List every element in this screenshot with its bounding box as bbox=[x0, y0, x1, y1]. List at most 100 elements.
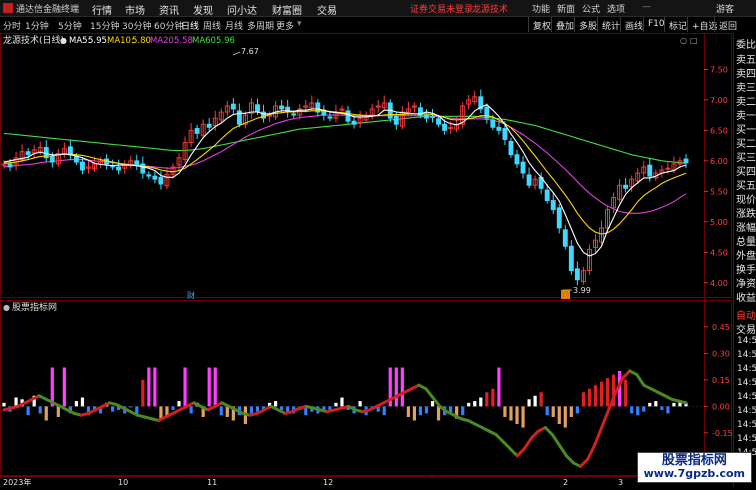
period-monthly[interactable]: 月线 bbox=[225, 19, 243, 32]
side-weibi: 委比 bbox=[736, 40, 756, 51]
indicator-bar bbox=[189, 406, 193, 414]
indicator-bar bbox=[557, 406, 561, 425]
indicator-bar bbox=[648, 402, 652, 407]
indicator-bar bbox=[624, 379, 628, 407]
buyback-marker: 回 bbox=[561, 291, 569, 300]
kline-chart[interactable]: 龙源技术(日线) ● MA5: 5.95 MA10: 5.80 MA20: 5.… bbox=[0, 33, 733, 487]
indicator-bar bbox=[575, 406, 579, 414]
side-change-pct: 涨幅 bbox=[736, 223, 756, 234]
side-time-7: 14:56 bbox=[737, 420, 756, 430]
side-turnover: 换手 bbox=[736, 265, 756, 276]
menu-hangqing[interactable]: 行情 bbox=[92, 2, 112, 17]
login-status[interactable]: 证券交易未登录 bbox=[410, 2, 473, 15]
indicator-bar bbox=[599, 381, 604, 407]
candle-body bbox=[514, 154, 520, 165]
period-weekly[interactable]: 周线 bbox=[203, 19, 221, 32]
period-daily[interactable]: 日线 bbox=[181, 19, 199, 32]
ma20-legend-label: MA20: bbox=[150, 36, 177, 46]
indicator-bar bbox=[533, 395, 537, 407]
fanhui-button[interactable]: 返回 bbox=[714, 17, 741, 32]
candle-body bbox=[562, 229, 568, 247]
x-label-2023: 2023年 bbox=[3, 477, 31, 487]
indicator-signal-segment bbox=[522, 436, 533, 451]
app-title: 通达信金融终端 bbox=[16, 5, 80, 15]
indicator-title: 股票指标网 bbox=[12, 301, 57, 313]
candle-body bbox=[490, 119, 496, 128]
side-sell2: 卖二 bbox=[736, 97, 756, 108]
indicator-bar bbox=[400, 367, 404, 407]
period-multi[interactable]: 多周期 bbox=[247, 19, 274, 32]
indicator-tick-label: 0.45 bbox=[712, 323, 730, 332]
indicator-bar bbox=[56, 406, 60, 417]
indicator-bar bbox=[539, 392, 543, 407]
menu-shichang[interactable]: 市场 bbox=[125, 2, 145, 17]
side-time-8: 14:56 bbox=[737, 434, 756, 444]
side-buy2: 买二 bbox=[736, 139, 756, 150]
chart-area[interactable]: 龙源技术(日线) ● MA5: 5.95 MA10: 5.80 MA20: 5.… bbox=[0, 33, 733, 487]
stock-name-title: 龙源技术 bbox=[472, 5, 509, 15]
watermark-title: 股票指标网 bbox=[661, 453, 727, 468]
indicator-bar bbox=[581, 392, 585, 407]
indicator-bar bbox=[660, 406, 664, 410]
period-15min[interactable]: 15分钟 bbox=[90, 19, 119, 32]
ma10-legend-label: MA10: bbox=[107, 36, 134, 46]
zoom-out-icon: □ bbox=[690, 36, 698, 45]
indicator-bar bbox=[249, 406, 254, 414]
period-5min[interactable]: 5分钟 bbox=[58, 19, 82, 32]
minimize-icon[interactable]: — bbox=[642, 2, 651, 12]
side-auto[interactable]: 自动 bbox=[736, 307, 756, 322]
indicator-bar bbox=[80, 397, 85, 407]
x-label-3: 3 bbox=[618, 478, 623, 487]
indicator-bar bbox=[141, 379, 145, 407]
candle-body bbox=[116, 166, 122, 171]
indicator-bar bbox=[225, 406, 229, 417]
period-1min[interactable]: 1分钟 bbox=[25, 19, 49, 32]
menu-gongshi[interactable]: 公式 bbox=[582, 2, 600, 15]
candle-body bbox=[647, 164, 653, 177]
ma-legend: MA5: 5.95 MA10: 5.80 MA20: 5.58 MA60: 5.… bbox=[69, 36, 235, 46]
menu-gongneng[interactable]: 功能 bbox=[532, 2, 550, 15]
menu-xinmian[interactable]: 新面 bbox=[557, 2, 575, 15]
indicator-bar bbox=[219, 406, 223, 416]
indicator-bar bbox=[2, 402, 6, 407]
candle-body bbox=[556, 207, 562, 229]
indicator-dot-icon: ● bbox=[3, 303, 10, 312]
side-trade[interactable]: 交易 bbox=[736, 321, 756, 336]
indicator-bar bbox=[406, 406, 410, 417]
menu-faxian[interactable]: 发现 bbox=[193, 2, 213, 17]
indicator-bar bbox=[563, 406, 567, 428]
candle-body bbox=[49, 155, 55, 163]
candle-body bbox=[351, 120, 357, 125]
menu-xuanxiang[interactable]: 选项 bbox=[607, 2, 625, 15]
user-label[interactable]: 游客 bbox=[716, 2, 734, 15]
indicator-bar bbox=[461, 406, 465, 416]
indicator-signal-segment bbox=[424, 387, 435, 400]
period-fenshi[interactable]: 分时 bbox=[3, 19, 21, 32]
period-60min[interactable]: 60分钟 bbox=[154, 19, 183, 32]
candle-body bbox=[80, 161, 85, 171]
indicator-bar bbox=[412, 406, 417, 421]
period-30min[interactable]: 30分钟 bbox=[122, 19, 151, 32]
indicator-bar bbox=[473, 401, 477, 407]
indicator-bar bbox=[593, 385, 598, 407]
candle-body bbox=[520, 161, 526, 174]
menu-wenxiaoda[interactable]: 问小达 bbox=[227, 2, 257, 17]
indicator-bar bbox=[605, 378, 610, 407]
menu-jiaoyi[interactable]: 交易 bbox=[317, 2, 337, 17]
indicator-bar bbox=[153, 367, 157, 407]
side-time-6: 14:56 bbox=[737, 406, 756, 416]
indicator-bar bbox=[273, 401, 278, 407]
candle-body bbox=[206, 123, 212, 128]
menu-zixun[interactable]: 资讯 bbox=[159, 2, 179, 17]
price-tick-label: 7.00 bbox=[710, 96, 728, 105]
menu-caifuquan[interactable]: 财富圈 bbox=[272, 2, 302, 17]
candle-body bbox=[230, 103, 236, 110]
more-chevron-icon[interactable]: ▾ bbox=[297, 19, 302, 29]
indicator-bar bbox=[509, 406, 513, 421]
side-time-3: 14:55 bbox=[737, 364, 756, 374]
candle-body bbox=[683, 158, 689, 164]
period-more[interactable]: 更多 bbox=[276, 19, 294, 32]
ma10-legend-value: 5.80 bbox=[132, 36, 151, 46]
x-label-11: 11 bbox=[207, 478, 217, 487]
quote-sidebar: 委比 卖五 卖四 卖三 卖二 卖一 买一 买二 买三 买四 买五 现价 涨跌 涨… bbox=[733, 33, 756, 487]
